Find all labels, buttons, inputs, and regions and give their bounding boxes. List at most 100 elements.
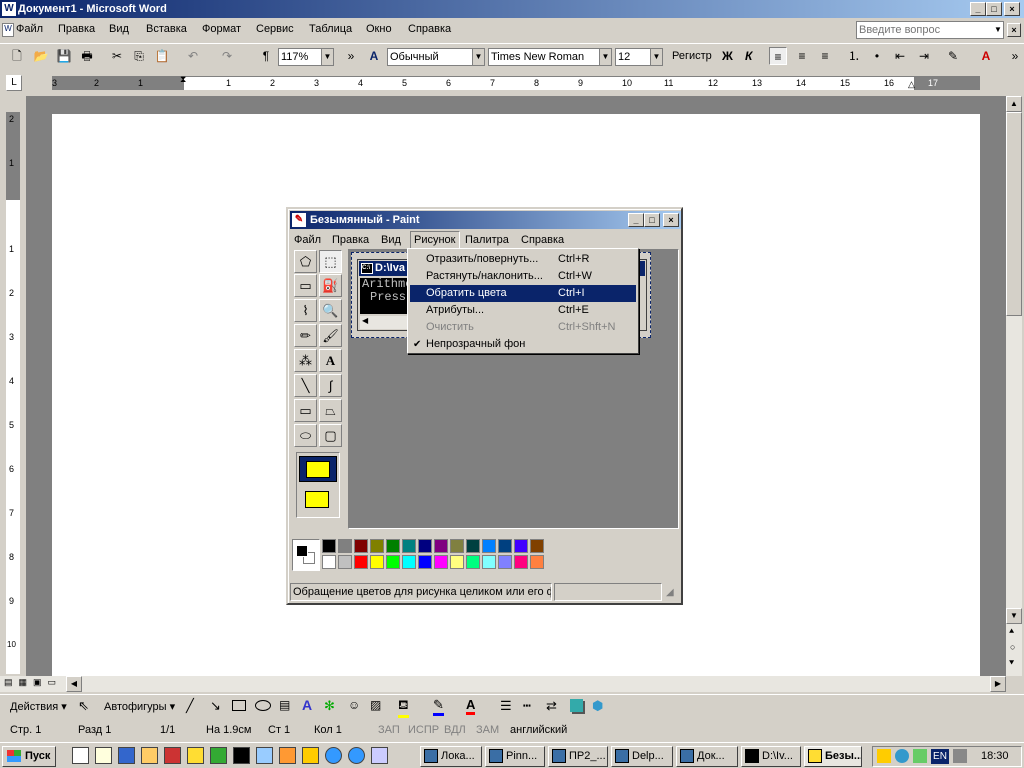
open-icon[interactable]: 📂 — [32, 47, 50, 65]
save-icon[interactable]: 💾 — [55, 47, 73, 65]
status-trk[interactable]: ИСПР — [408, 720, 439, 740]
start-button[interactable]: Пуск — [2, 746, 56, 767]
bold-button[interactable]: Ж — [722, 49, 733, 63]
dash-style-icon[interactable]: ┅ — [523, 698, 531, 714]
menu-tools[interactable]: Сервис — [256, 23, 294, 35]
palette-swatch[interactable] — [402, 539, 416, 553]
word-app-icon[interactable]: W — [2, 2, 16, 16]
paint-menu-image[interactable]: Рисунок — [410, 231, 460, 249]
wordart-icon[interactable]: A — [302, 697, 312, 713]
line-icon[interactable]: ╲ — [294, 374, 317, 397]
menu-format[interactable]: Формат — [202, 23, 241, 35]
paint-menu-view[interactable]: Вид — [381, 234, 401, 246]
menu-edit[interactable]: Правка — [58, 23, 95, 35]
task-button[interactable]: Лока... — [420, 746, 482, 767]
font-size-select[interactable]: 12 ▼ — [615, 48, 663, 66]
line-style-icon[interactable]: ☰ — [500, 698, 512, 714]
palette-swatch[interactable] — [498, 555, 512, 569]
scroll-down-icon[interactable]: ▼ — [1006, 608, 1022, 624]
language-indicator[interactable]: EN — [931, 749, 949, 764]
curve-icon[interactable]: ∫ — [319, 374, 342, 397]
quicklaunch-word-icon[interactable] — [72, 747, 89, 764]
paint-menu-colors[interactable]: Палитра — [465, 234, 509, 246]
menu-help[interactable]: Справка — [408, 23, 451, 35]
quicklaunch-search-icon[interactable] — [95, 747, 112, 764]
quicklaunch-book-icon[interactable] — [118, 747, 135, 764]
task-button[interactable]: Док... — [676, 746, 738, 767]
quicklaunch-ie-icon[interactable] — [325, 747, 342, 764]
print-icon[interactable]: 🖶 — [78, 47, 96, 65]
prev-page-icon[interactable]: ⯅ — [1008, 626, 1015, 637]
current-colors[interactable] — [292, 539, 320, 571]
autoshapes-menu-button[interactable]: Автофигуры ▾ — [104, 700, 175, 713]
status-ext[interactable]: ВДЛ — [444, 720, 466, 740]
menu-insert[interactable]: Вставка — [146, 23, 187, 35]
task-button-active[interactable]: Безы... — [804, 746, 862, 767]
status-rec[interactable]: ЗАП — [378, 720, 400, 740]
zoom-select[interactable]: 117% ▼ — [278, 48, 334, 66]
paint-menu-file[interactable]: Файл — [294, 234, 321, 246]
palette-swatch[interactable] — [354, 555, 368, 569]
line-draw-icon[interactable]: ╱ — [186, 698, 194, 714]
paint-close-icon[interactable]: × — [663, 213, 679, 227]
paint-maximize-icon[interactable]: □ — [644, 213, 660, 227]
clipart-icon[interactable]: ☺ — [348, 698, 360, 712]
palette-swatch[interactable] — [354, 539, 368, 553]
palette-swatch[interactable] — [370, 555, 384, 569]
eyedropper-icon[interactable]: ⌇ — [294, 299, 317, 322]
quicklaunch-help-icon[interactable] — [371, 747, 388, 764]
palette-swatch[interactable] — [466, 539, 480, 553]
indent-marker-icon[interactable]: ⧗ — [180, 74, 186, 85]
decrease-indent-icon[interactable]: ⇤ — [891, 47, 909, 65]
palette-swatch[interactable] — [434, 555, 448, 569]
palette-swatch[interactable] — [418, 555, 432, 569]
palette-swatch[interactable] — [322, 539, 336, 553]
pilcrow-icon[interactable]: ¶ — [257, 47, 275, 65]
palette-swatch[interactable] — [418, 539, 432, 553]
font-color-draw-icon[interactable]: A — [466, 697, 476, 715]
shadow-icon[interactable] — [570, 699, 583, 712]
task-button[interactable]: D:\Iv... — [741, 746, 801, 767]
palette-swatch[interactable] — [530, 539, 544, 553]
undo-icon[interactable]: ↶ — [184, 47, 202, 65]
menu-item-invert-colors[interactable]: Обратить цвета Ctrl+I — [410, 285, 636, 302]
quicklaunch-outlook-icon[interactable] — [302, 747, 319, 764]
close-icon[interactable]: × — [1004, 2, 1020, 16]
tray-icon[interactable] — [877, 749, 891, 763]
line-color-icon[interactable]: ✎ — [433, 697, 444, 716]
paste-icon[interactable]: 📋 — [153, 47, 171, 65]
vertical-scrollbar[interactable]: ▲ ▼ ⯅ ○ ⯆ — [1006, 96, 1022, 676]
quicklaunch-media-icon[interactable] — [279, 747, 296, 764]
quicklaunch-app-icon[interactable] — [164, 747, 181, 764]
rounded-rect-icon[interactable]: ▢ — [319, 424, 342, 447]
more-buttons-icon[interactable]: » — [342, 47, 360, 65]
scroll-thumb[interactable] — [1006, 112, 1022, 316]
align-center-icon[interactable]: ≡ — [793, 47, 811, 65]
styles-icon[interactable]: A — [365, 47, 383, 65]
palette-swatch[interactable] — [338, 555, 352, 569]
maximize-icon[interactable]: □ — [986, 2, 1002, 16]
quicklaunch-paint-icon[interactable] — [187, 747, 204, 764]
palette-swatch[interactable] — [482, 539, 496, 553]
paint-menu-edit[interactable]: Правка — [332, 234, 369, 246]
eraser-icon[interactable]: ▭ — [294, 274, 317, 297]
paint-minimize-icon[interactable]: _ — [628, 213, 644, 227]
paint-app-icon[interactable]: ✎ — [292, 213, 306, 227]
arrow-draw-icon[interactable]: ↘ — [210, 698, 221, 714]
textbox-icon[interactable]: ▤ — [279, 698, 290, 712]
text-tool-icon[interactable]: A — [319, 349, 342, 372]
help-dropdown-icon[interactable]: ▼ — [994, 25, 1002, 34]
brush-icon[interactable]: 🖌 — [319, 324, 342, 347]
rectangle-draw-icon[interactable] — [232, 700, 246, 711]
palette-swatch[interactable] — [498, 539, 512, 553]
increase-indent-icon[interactable]: ⇥ — [915, 47, 933, 65]
bullet-list-icon[interactable]: • — [868, 47, 886, 65]
palette-swatch[interactable] — [450, 539, 464, 553]
magnifier-icon[interactable]: 🔍 — [319, 299, 342, 322]
right-indent-marker-icon[interactable]: △ — [908, 79, 915, 90]
transparent-option-icon[interactable] — [299, 487, 337, 513]
scroll-up-icon[interactable]: ▲ — [1006, 96, 1022, 112]
case-button[interactable]: Регистр — [672, 50, 712, 62]
arrow-style-icon[interactable]: ⇄ — [546, 698, 557, 714]
paint-menu-help[interactable]: Справка — [521, 234, 564, 246]
